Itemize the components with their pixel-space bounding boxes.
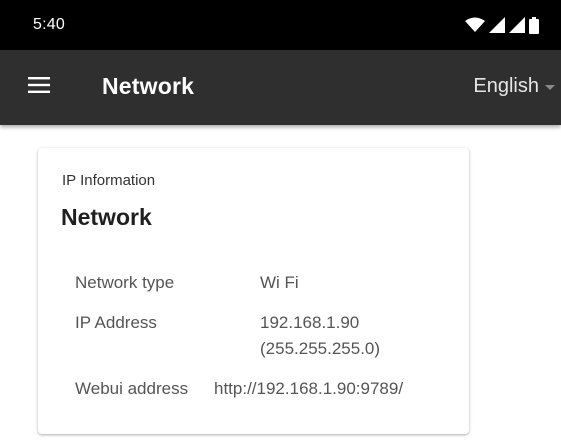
card-title: Network bbox=[61, 204, 152, 230]
menu-icon bbox=[28, 76, 50, 98]
info-value: 192.168.1.90 (255.255.255.0) bbox=[260, 310, 380, 362]
language-select[interactable]: English bbox=[473, 75, 561, 98]
status-bar: 5:40 bbox=[0, 0, 561, 50]
info-label: Network type bbox=[75, 273, 175, 292]
page-title: Network bbox=[102, 73, 195, 99]
battery-icon bbox=[529, 16, 539, 34]
webui-address-link[interactable]: http://192.168.1.90:9789/ bbox=[214, 376, 403, 402]
info-value: Wi Fi bbox=[260, 273, 299, 292]
status-time: 5:40 bbox=[33, 16, 65, 33]
caret-down-icon bbox=[545, 85, 555, 90]
status-icons bbox=[465, 16, 539, 34]
subnet-mask-value: (255.255.255.0) bbox=[260, 339, 381, 358]
signal-icon bbox=[489, 17, 505, 33]
card-overline: IP Information bbox=[62, 172, 156, 189]
menu-button[interactable] bbox=[24, 72, 54, 102]
info-label: IP Address bbox=[75, 313, 157, 332]
ip-address-value: 192.168.1.90 bbox=[260, 313, 360, 332]
signal-icon bbox=[509, 17, 525, 33]
info-label: Webui address bbox=[75, 379, 189, 398]
app-bar: Network English bbox=[0, 50, 561, 125]
wifi-icon bbox=[465, 17, 485, 33]
ip-information-card: IP Information Network Network type Wi F… bbox=[38, 148, 469, 434]
language-selected-value: English bbox=[473, 75, 539, 97]
